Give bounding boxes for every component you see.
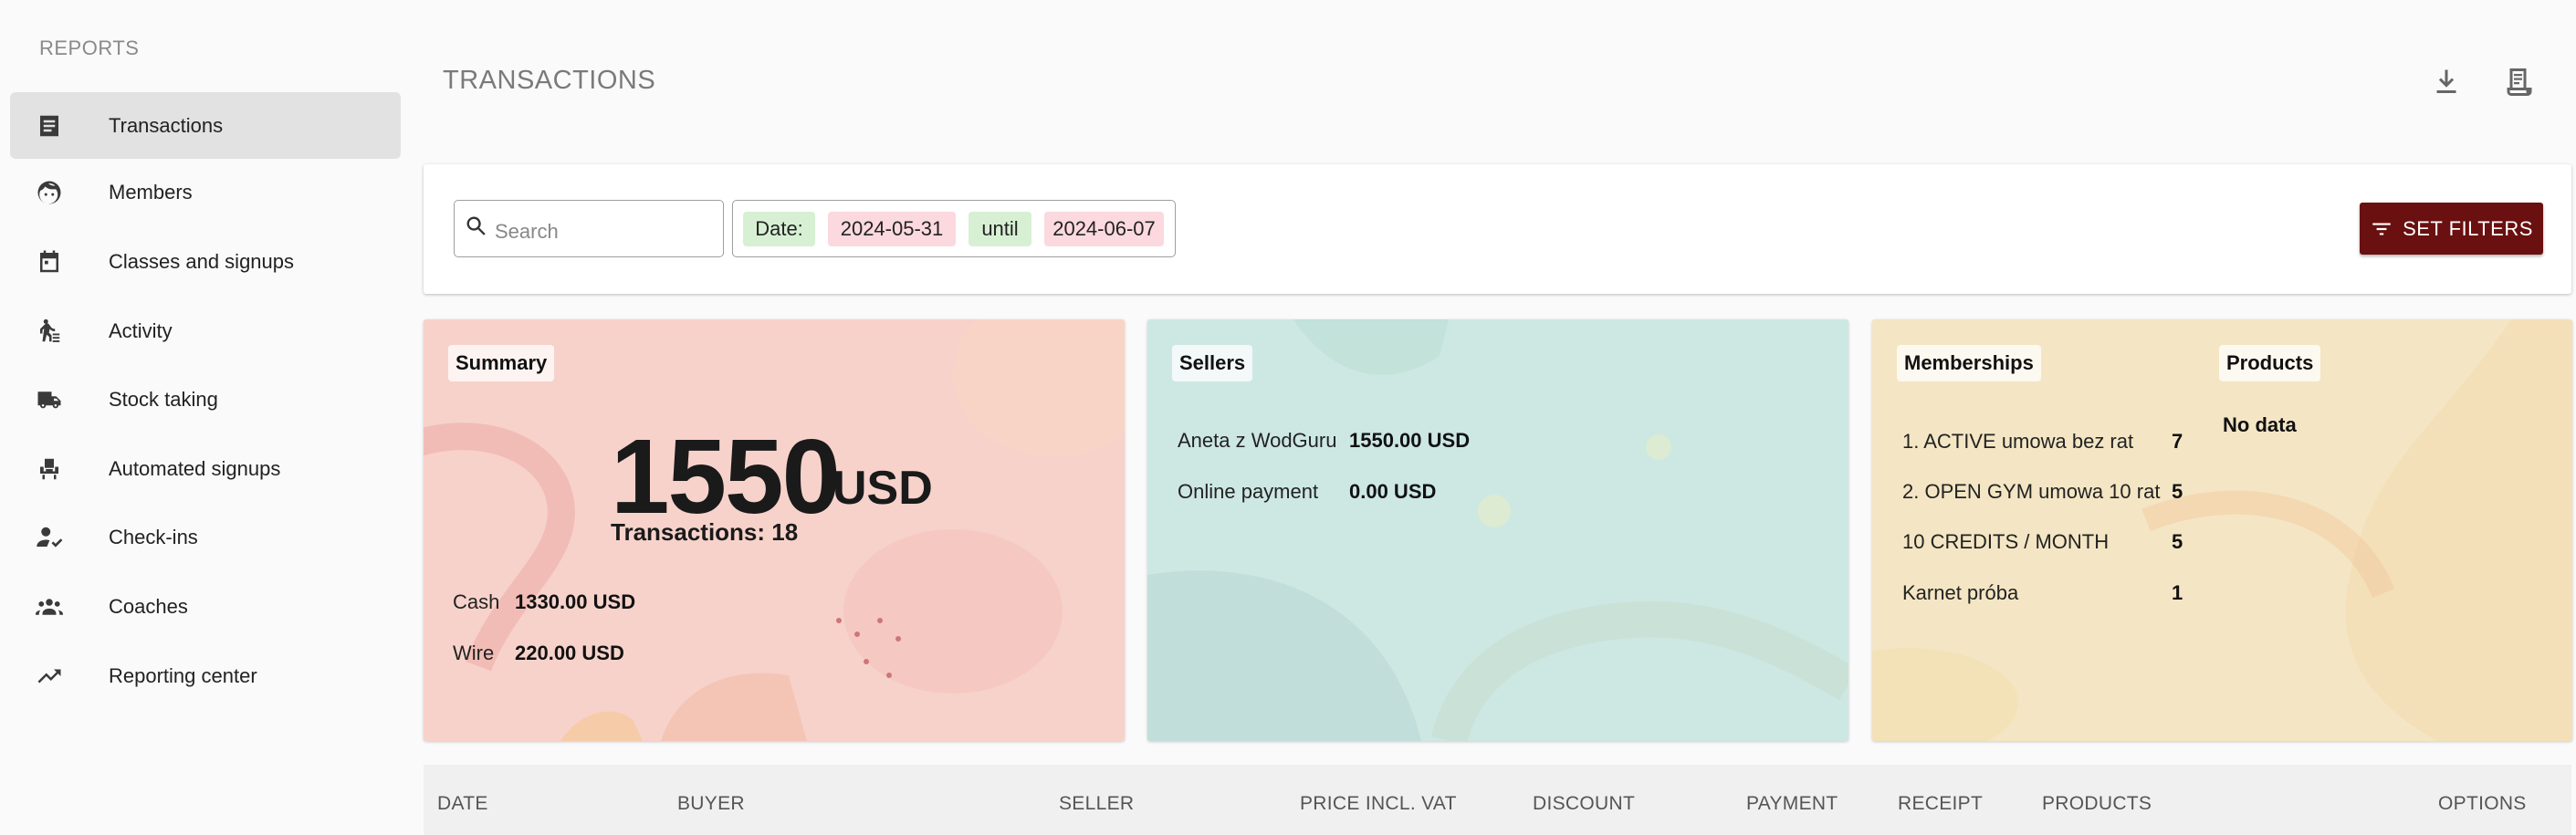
receipt-icon — [2507, 68, 2532, 96]
walking-person-icon — [36, 318, 63, 345]
column-header-products[interactable]: PRODUCTS — [2042, 793, 2152, 815]
sidebar-item-automated-signups[interactable]: Automated signups — [10, 435, 401, 502]
sidebar-heading: REPORTS — [39, 37, 140, 59]
sidebar-item-label: Members — [109, 180, 193, 204]
sidebar-item-label: Transactions — [109, 113, 224, 137]
transactions-table-header: DATE BUYER SELLER PRICE INCL. VAT DISCOU… — [424, 765, 2571, 835]
person-check-icon — [36, 524, 63, 551]
seller-name: Aneta z WodGuru — [1178, 429, 1337, 452]
column-header-price[interactable]: PRICE INCL. VAT — [1300, 793, 1457, 815]
sidebar-item-transactions[interactable]: Transactions — [10, 92, 401, 159]
column-header-receipt[interactable]: RECEIPT — [1898, 793, 1983, 815]
summary-card: Summary 1550 USD Transactions: 18 Cash 1… — [424, 319, 1125, 741]
membership-count: 7 — [2172, 430, 2183, 453]
membership-count: 5 — [2172, 480, 2183, 503]
sidebar-item-reporting-center[interactable]: Reporting center — [10, 642, 401, 709]
payment-method-value: 1330.00 USD — [515, 590, 636, 613]
date-filter[interactable]: Date: 2024-05-31 until 2024-06-07 — [732, 200, 1176, 257]
seat-icon — [36, 455, 63, 483]
date-from-chip[interactable]: 2024-05-31 — [828, 212, 956, 246]
sidebar-item-classes[interactable]: Classes and signups — [10, 228, 401, 295]
until-chip: until — [969, 212, 1031, 246]
date-label-chip: Date: — [743, 212, 815, 246]
search-input[interactable] — [495, 217, 714, 246]
sellers-card: Sellers Aneta z WodGuru 1550.00 USD Onli… — [1147, 319, 1848, 741]
membership-name: 10 CREDITS / MONTH — [1902, 530, 2110, 553]
sidebar-item-label: Check-ins — [109, 525, 198, 548]
column-header-date[interactable]: DATE — [437, 793, 488, 815]
membership-name: 2. OPEN GYM umowa 10 rat — [1902, 480, 2161, 503]
sidebar-item-label: Stock taking — [109, 387, 218, 411]
search-box[interactable] — [454, 200, 724, 257]
face-icon — [36, 179, 63, 206]
summary-tag: Summary — [448, 345, 555, 381]
seller-amount: 0.00 USD — [1349, 480, 1437, 503]
search-icon — [464, 214, 489, 239]
sidebar-item-members[interactable]: Members — [10, 159, 401, 225]
truck-icon — [36, 386, 63, 413]
products-tag: Products — [2219, 345, 2321, 381]
sidebar-item-label: Reporting center — [109, 663, 257, 687]
column-header-payment[interactable]: PAYMENT — [1746, 793, 1838, 815]
memberships-card: Memberships Products 1. ACTIVE umowa bez… — [1872, 319, 2572, 741]
filter-icon — [2372, 223, 2391, 235]
payment-method-label: Cash — [453, 590, 500, 613]
receipt-list-icon — [36, 112, 63, 140]
column-header-options[interactable]: OPTIONS — [2438, 793, 2527, 815]
column-header-buyer[interactable]: BUYER — [677, 793, 745, 815]
download-icon — [2436, 69, 2456, 93]
set-filters-label: SET FILTERS — [2403, 216, 2533, 240]
trending-up-icon — [36, 663, 63, 690]
sidebar-item-activity[interactable]: Activity — [10, 297, 401, 364]
memberships-tag: Memberships — [1897, 345, 2041, 381]
seller-amount: 1550.00 USD — [1349, 429, 1471, 452]
calendar-icon — [36, 248, 63, 276]
group-icon — [36, 593, 63, 621]
filter-bar: Date: 2024-05-31 until 2024-06-07 SET FI… — [424, 164, 2571, 294]
page-title: TRANSACTIONS — [443, 66, 656, 95]
payment-method-label: Wire — [453, 642, 495, 664]
receipt-button[interactable] — [2501, 64, 2538, 100]
sellers-tag: Sellers — [1172, 345, 1253, 381]
date-to-chip[interactable]: 2024-06-07 — [1044, 212, 1164, 246]
transactions-count: Transactions: 18 — [611, 518, 799, 546]
set-filters-button[interactable]: SET FILTERS — [2360, 203, 2543, 255]
seller-name: Online payment — [1178, 480, 1319, 503]
download-button[interactable] — [2428, 64, 2465, 100]
sidebar-item-label: Automated signups — [109, 456, 281, 480]
membership-count: 5 — [2172, 530, 2183, 553]
payment-method-value: 220.00 USD — [515, 642, 624, 664]
sidebar-item-coaches[interactable]: Coaches — [10, 573, 401, 640]
sidebar-item-label: Classes and signups — [109, 249, 295, 273]
sidebar-item-stock-taking[interactable]: Stock taking — [10, 366, 401, 433]
sidebar-item-label: Coaches — [109, 594, 188, 618]
membership-count: 1 — [2172, 581, 2183, 604]
products-empty: No data — [2223, 413, 2297, 436]
membership-name: 1. ACTIVE umowa bez rat — [1902, 430, 2134, 453]
card-decoration — [1147, 319, 1848, 741]
sidebar: REPORTS Transactions Members Classes and… — [0, 0, 411, 835]
sidebar-item-check-ins[interactable]: Check-ins — [10, 504, 401, 570]
total-currency: USD — [832, 462, 933, 515]
column-header-seller[interactable]: SELLER — [1059, 793, 1134, 815]
membership-name: Karnet próba — [1902, 581, 2019, 604]
sidebar-item-label: Activity — [109, 318, 173, 342]
column-header-discount[interactable]: DISCOUNT — [1533, 793, 1635, 815]
